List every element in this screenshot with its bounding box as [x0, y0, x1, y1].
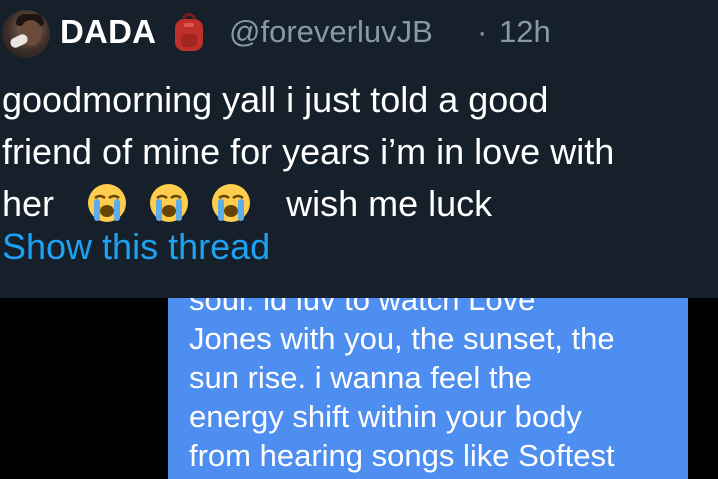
tweet-header: DADA @foreverluvJB · 12h [0, 0, 718, 66]
tweet-text-line: goodmorning yall i just told a good [2, 79, 549, 120]
message-line: sun rise. i wanna feel the [189, 360, 532, 395]
screenshot: DADA @foreverluvJB · 12h goodmorning yal… [0, 0, 718, 479]
display-name[interactable]: DADA [60, 13, 156, 51]
user-handle[interactable]: @foreverluvJB [229, 14, 433, 50]
backpack-icon [172, 12, 206, 52]
timestamp[interactable]: 12h [499, 14, 551, 50]
tweet-text-line: friend of mine for years i’m in love wit… [2, 131, 615, 172]
show-thread-link[interactable]: Show this thread [2, 226, 270, 268]
avatar[interactable] [2, 10, 50, 58]
message-bubble: soul. id luv to watch Love Jones with yo… [168, 298, 688, 479]
message-line: soul. id luv to watch Love [189, 298, 536, 317]
tweet-text-fragment: her [2, 183, 55, 224]
message-line: energy shift within your body [189, 399, 582, 434]
separator-dot: · [477, 14, 488, 49]
tweet-text-line: her wish me luck [2, 178, 702, 230]
loudly-crying-face-icon [86, 182, 128, 224]
tweet-text: goodmorning yall i just told a good frie… [0, 74, 702, 230]
message-line: Jones with you, the sunset, the [189, 321, 615, 356]
message-line: from hearing songs like Softest [189, 438, 615, 473]
loudly-crying-face-icon [210, 182, 252, 224]
loudly-crying-face-icon [148, 182, 190, 224]
message-text: soul. id luv to watch Love Jones with yo… [189, 298, 688, 475]
tweet-card[interactable]: DADA @foreverluvJB · 12h goodmorning yal… [0, 0, 718, 298]
tweet-text-fragment: wish me luck [286, 183, 493, 224]
